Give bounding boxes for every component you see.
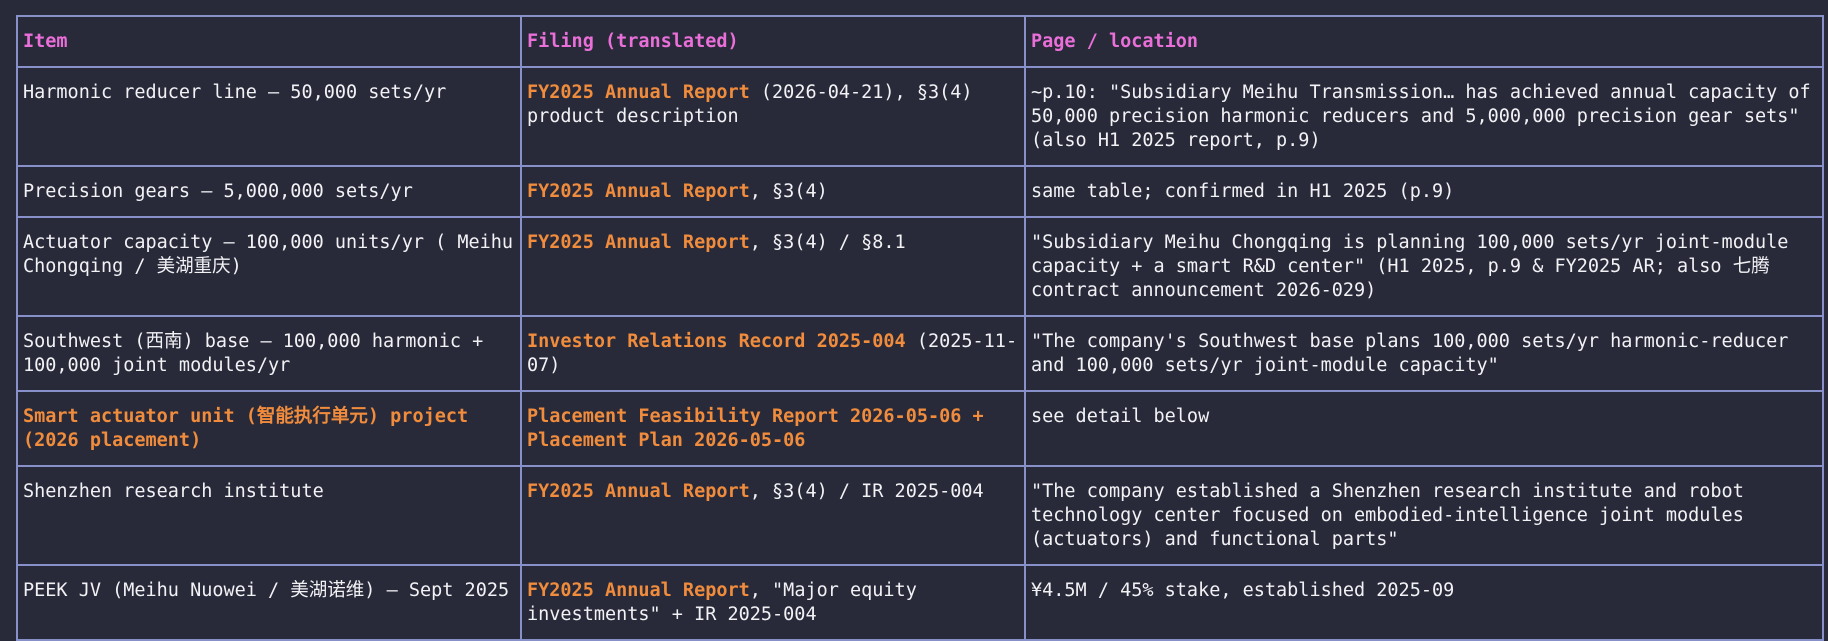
- cell-filing: FY2025 Annual Report, §3(4): [520, 165, 1026, 218]
- cell-filing: FY2025 Annual Report, §3(4) / IR 2025-00…: [520, 465, 1026, 566]
- cell-location: ¥4.5M / 45% stake, established 2025-09: [1024, 564, 1824, 641]
- cell-item: Actuator capacity — 100,000 units/yr ( M…: [16, 216, 522, 317]
- cell-location: "The company's Southwest base plans 100,…: [1024, 315, 1824, 392]
- filing-detail: , §3(4) / IR 2025-004: [749, 481, 984, 502]
- cell-item: Harmonic reducer line — 50,000 sets/yr: [16, 66, 522, 167]
- table-row: Shenzhen research institute FY2025 Annua…: [16, 465, 1824, 566]
- cell-filing: Investor Relations Record 2025-004 (2025…: [520, 315, 1026, 392]
- cell-location: ~p.10: "Subsidiary Meihu Transmission… h…: [1024, 66, 1824, 167]
- filing-name: Investor Relations Record 2025-004: [527, 331, 906, 352]
- table-header-row: Item Filing (translated) Page / location: [16, 15, 1824, 68]
- table-row: Actuator capacity — 100,000 units/yr ( M…: [16, 216, 1824, 317]
- cell-filing: FY2025 Annual Report, §3(4) / §8.1: [520, 216, 1026, 317]
- cell-location: "The company established a Shenzhen rese…: [1024, 465, 1824, 566]
- table-row: PEEK JV (Meihu Nuowei / 美湖诺维) — Sept 202…: [16, 564, 1824, 641]
- filing-detail: , §3(4): [749, 181, 828, 202]
- filings-table-container: Item Filing (translated) Page / location…: [16, 15, 1824, 641]
- cell-location: "Subsidiary Meihu Chongqing is planning …: [1024, 216, 1824, 317]
- table-row: Smart actuator unit (智能执行单元) project (20…: [16, 390, 1824, 467]
- cell-filing: FY2025 Annual Report, "Major equity inve…: [520, 564, 1026, 641]
- table-row: Southwest (西南) base — 100,000 harmonic +…: [16, 315, 1824, 392]
- filings-table: Item Filing (translated) Page / location…: [16, 15, 1824, 641]
- filing-name: FY2025 Annual Report: [527, 82, 750, 103]
- filing-name: FY2025 Annual Report: [527, 232, 750, 253]
- cell-item: Southwest (西南) base — 100,000 harmonic +…: [16, 315, 522, 392]
- cell-item: Precision gears — 5,000,000 sets/yr: [16, 165, 522, 218]
- filing-detail: , §3(4) / §8.1: [749, 232, 906, 253]
- filing-name: FY2025 Annual Report: [527, 580, 750, 601]
- table-row: Precision gears — 5,000,000 sets/yr FY20…: [16, 165, 1824, 218]
- filing-name: FY2025 Annual Report: [527, 181, 750, 202]
- filing-name: Placement Feasibility Report 2026-05-06 …: [527, 406, 984, 451]
- cell-item: PEEK JV (Meihu Nuowei / 美湖诺维) — Sept 202…: [16, 564, 522, 641]
- header-item: Item: [16, 15, 522, 68]
- header-location: Page / location: [1024, 15, 1824, 68]
- cell-item: Shenzhen research institute: [16, 465, 522, 566]
- header-filing: Filing (translated): [520, 15, 1026, 68]
- cell-item: Smart actuator unit (智能执行单元) project (20…: [16, 390, 522, 467]
- filing-name: FY2025 Annual Report: [527, 481, 750, 502]
- table-row: Harmonic reducer line — 50,000 sets/yr F…: [16, 66, 1824, 167]
- item-name-highlighted: Smart actuator unit (智能执行单元) project (20…: [23, 406, 469, 451]
- cell-filing: FY2025 Annual Report (2026-04-21), §3(4)…: [520, 66, 1026, 167]
- cell-location: same table; confirmed in H1 2025 (p.9): [1024, 165, 1824, 218]
- cell-location: see detail below: [1024, 390, 1824, 467]
- cell-filing: Placement Feasibility Report 2026-05-06 …: [520, 390, 1026, 467]
